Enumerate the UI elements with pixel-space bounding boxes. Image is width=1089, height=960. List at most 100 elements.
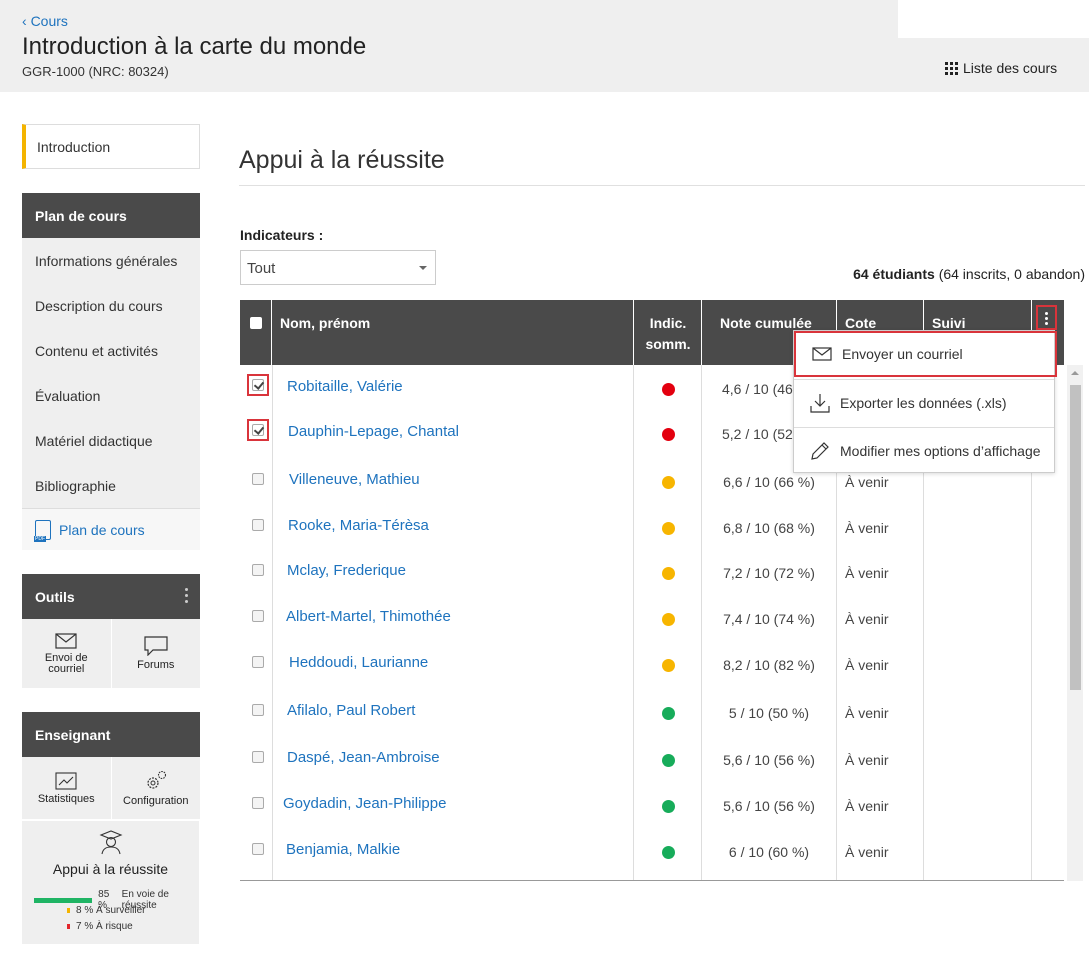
tool-forums[interactable]: Forums [110,619,201,688]
student-name-link[interactable]: Benjamia, Malkie [286,841,400,858]
status-dot [662,522,675,535]
table-row: Benjamia, Malkie 6 / 10 (60 %) À venir [240,826,1064,872]
plan-panel-list: Informations générales Description du co… [22,238,200,550]
table-row: Albert-Martel, Thimothée 7,4 / 10 (74 %) À… [240,593,1064,639]
legend-bar-watch [67,908,70,913]
scroll-thumb[interactable] [1070,385,1081,690]
envelope-icon [55,632,77,649]
course-list-label: Liste des cours [963,60,1058,76]
success-widget-title: Appui à la réussite [52,861,169,877]
cote-value: À venir [845,798,889,814]
student-name-link[interactable]: Afilalo, Paul Robert [287,702,415,719]
sidebar-item-bibliography[interactable]: Bibliographie [22,463,200,508]
row-checkbox[interactable] [252,797,264,809]
row-checkbox[interactable] [252,564,264,576]
teacher-panel-header: Enseignant [22,712,200,757]
student-name-link[interactable]: Daspé, Jean-Ambroise [287,749,440,766]
tool-email[interactable]: Envoi de courriel [22,619,111,688]
menu-item-send-email[interactable]: Envoyer un courriel [794,331,1057,377]
student-name-link[interactable]: Rooke, Maria-Térèsa [288,517,429,534]
plan-panel-header: Plan de cours [22,193,200,238]
tool-statistics[interactable]: Statistiques [22,757,111,819]
student-name-link[interactable]: Dauphin-Lepage, Chantal [288,423,459,440]
table-scrollbar[interactable] [1067,365,1083,881]
cote-value: À venir [845,565,889,581]
menu-item-export[interactable]: Exporter les données (.xls) [794,379,1054,426]
row-checkbox[interactable] [252,656,264,668]
student-name-link[interactable]: Heddoudi, Laurianne [289,654,428,671]
sidebar-item-description[interactable]: Description du cours [22,283,200,328]
pencil-icon [811,442,829,460]
tools-panel-header: Outils [22,574,200,619]
row-checkbox[interactable] [252,704,264,716]
status-dot [662,707,675,720]
indicator-select[interactable]: Tout [240,250,436,285]
cote-value: À venir [845,752,889,768]
sidebar-item-plan-pdf[interactable]: Plan de cours [22,508,200,550]
row-checkbox[interactable] [252,610,264,622]
course-header: ‹ Cours Introduction à la carte du monde… [0,0,1089,92]
row-checkbox[interactable] [252,751,264,763]
table-row: Rooke, Maria-Térèsa 6,8 / 10 (68 %) À veni… [240,502,1064,548]
sidebar-item-evaluation[interactable]: Évaluation [22,373,200,418]
student-count-total: 64 étudiants [853,266,935,282]
tool-statistics-label: Statistiques [37,792,95,805]
sidebar-item-material[interactable]: Matériel didactique [22,418,200,463]
course-title: Introduction à la carte du monde [22,33,367,60]
row-checkbox[interactable] [252,843,264,855]
row-checkbox[interactable] [252,473,264,485]
select-all-checkbox[interactable] [250,317,262,329]
back-to-courses-link[interactable]: ‹ Cours [22,13,68,29]
header-note-label: Note cumulée [720,315,812,331]
pdf-icon [34,519,51,542]
legend-risk-label: À risque [96,921,133,932]
title-divider [239,185,1085,186]
student-name-link[interactable]: Goydadin, Jean-Philippe [283,795,446,812]
sidebar-item-introduction[interactable]: Introduction [22,124,200,169]
indicator-label: Indicateurs : [240,227,324,243]
course-list-button[interactable]: Liste des cours [945,60,1057,76]
student-name-link[interactable]: Mclay, Frederique [287,562,406,579]
success-widget[interactable]: Appui à la réussite 85 % En voie de réus… [22,820,199,944]
legend-bar-success [34,897,93,903]
menu-item-display-options[interactable]: Modifier mes options d’affichage [794,427,1054,474]
student-count: 64 étudiants (64 inscrits, 0 abandon) [853,266,1085,282]
more-vertical-icon[interactable] [185,588,188,606]
table-actions-kebab-button[interactable] [1036,305,1057,330]
legend-watch-label: À surveiller [96,905,146,916]
student-name-link[interactable]: Robitaille, Valérie [287,378,403,395]
cumulative-note: 6,8 / 10 (68 %) [723,520,815,536]
status-dot [662,800,675,813]
header-indicator[interactable]: Indic. somm. [634,300,702,365]
header-name-label: Nom, prénom [280,315,371,331]
status-dot [662,754,675,767]
header-notch [898,0,1089,38]
status-dot [662,567,675,580]
scroll-up-arrow-icon[interactable] [1071,371,1079,375]
status-dot [662,428,675,441]
download-icon [810,394,830,413]
sidebar-item-general-info[interactable]: Informations générales [22,238,200,283]
legend-risk: 7 % À risque [34,921,133,932]
status-dot [662,613,675,626]
student-name-link[interactable]: Albert-Martel, Thimothée [286,608,451,625]
cote-value: À venir [845,657,889,673]
header-indicator-line1: Indic. [649,315,687,331]
cumulative-note: 8,2 / 10 (82 %) [723,657,815,673]
status-dot [662,659,675,672]
cumulative-note: 5,6 / 10 (56 %) [723,752,815,768]
legend-bar-risk [67,924,70,929]
header-name[interactable]: Nom, prénom [272,300,634,365]
student-name-link[interactable]: Villeneuve, Mathieu [289,471,420,488]
header-indicator-line2: somm. [645,336,691,352]
header-cote-label: Cote [845,315,877,331]
envelope-icon [812,347,832,361]
graduate-icon [99,830,123,855]
status-dot [662,476,675,489]
sidebar-item-content[interactable]: Contenu et activités [22,328,200,373]
tool-configuration[interactable]: Configuration [110,757,201,819]
caret-down-icon [419,266,427,270]
row-checkbox[interactable] [252,519,264,531]
tool-configuration-label: Configuration [123,794,189,807]
cote-value: À venir [845,520,889,536]
